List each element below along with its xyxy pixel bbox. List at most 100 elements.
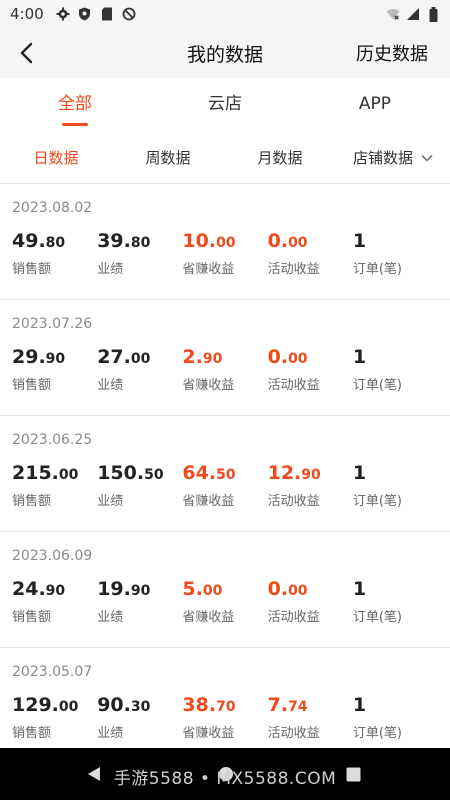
status-bar: 4:00 (0, 0, 450, 28)
record-row[interactable]: 2023.08.02 49.80 销售额 39.80 业绩 10.00 省赚收益… (0, 184, 450, 300)
no-sync-icon (122, 7, 136, 21)
sales-value: 29. (12, 346, 46, 368)
performance-decimal: 30 (130, 699, 151, 715)
sd-card-icon (100, 7, 114, 21)
sales-value: 49. (12, 230, 46, 252)
performance-stat: 19.90 业绩 (97, 578, 182, 625)
performance-decimal: 90 (130, 583, 151, 599)
saved-income-label: 省赚收益 (182, 262, 235, 277)
activity-income-label: 活动收益 (267, 494, 320, 509)
tab-weekly-data[interactable]: 周数据 (112, 147, 224, 168)
saved-income-label: 省赚收益 (182, 610, 235, 625)
sales-stat: 215.00 销售额 (12, 462, 97, 509)
store-data-label: 店铺数据 (352, 149, 413, 167)
sales-decimal: 90 (45, 583, 66, 599)
activity-income-value: 7. (267, 694, 289, 716)
record-row[interactable]: 2023.06.25 215.00 销售额 150.50 业绩 64.50 省赚… (0, 416, 450, 532)
status-time: 4:00 (10, 5, 44, 23)
activity-income-stat: 7.74 活动收益 (268, 694, 353, 741)
saved-income-value: 64. (182, 462, 217, 484)
performance-label: 业绩 (97, 610, 124, 625)
records-list: 2023.08.02 49.80 销售额 39.80 业绩 10.00 省赚收益… (0, 184, 450, 764)
saved-income-decimal: 00 (216, 235, 236, 251)
tab-cloud-store[interactable]: 云店 (150, 78, 300, 132)
activity-income-value: 0. (267, 346, 289, 368)
back-button[interactable] (0, 28, 52, 78)
record-date: 2023.06.25 (12, 432, 93, 448)
orders-value: 1 (352, 346, 367, 368)
status-left-icons (56, 7, 136, 21)
activity-income-value: 0. (267, 230, 289, 252)
performance-decimal: 80 (130, 235, 151, 251)
tab-monthly-data[interactable]: 月数据 (224, 147, 336, 168)
sales-label: 销售额 (12, 726, 52, 741)
history-data-button[interactable]: 历史数据 (356, 40, 428, 66)
saved-income-value: 2. (182, 346, 203, 368)
sales-value: 129. (12, 694, 59, 716)
record-row[interactable]: 2023.07.26 29.90 销售额 27.00 业绩 2.90 省赚收益 … (0, 300, 450, 416)
activity-income-decimal: 00 (288, 351, 308, 367)
saved-income-stat: 64.50 省赚收益 (182, 462, 267, 509)
performance-label: 业绩 (97, 726, 124, 741)
saved-income-decimal: 70 (216, 699, 236, 715)
wifi-icon (386, 7, 400, 21)
sales-label: 销售额 (12, 494, 52, 509)
record-row[interactable]: 2023.05.07 129.00 销售额 90.30 业绩 38.70 省赚收… (0, 648, 450, 764)
saved-income-stat: 2.90 省赚收益 (182, 346, 267, 393)
activity-income-value: 12. (267, 462, 302, 484)
saved-income-decimal: 90 (202, 351, 223, 367)
orders-value: 1 (352, 578, 367, 600)
orders-stat: 1 订单(笔) (353, 346, 438, 393)
activity-income-label: 活动收益 (267, 262, 320, 277)
saved-income-decimal: 50 (216, 467, 236, 483)
sales-stat: 129.00 销售额 (12, 694, 97, 741)
watermark-text: 手游5588 • MX5588.COM (113, 769, 337, 789)
header-bar: 我的数据 历史数据 (0, 28, 450, 78)
performance-stat: 90.30 业绩 (97, 694, 182, 741)
orders-stat: 1 订单(笔) (353, 462, 438, 509)
sales-value: 215. (12, 462, 59, 484)
orders-label: 订单(笔) (352, 378, 402, 393)
activity-income-decimal: 74 (288, 699, 308, 715)
orders-value: 1 (352, 462, 367, 484)
record-date: 2023.06.09 (12, 548, 93, 564)
saved-income-label: 省赚收益 (182, 494, 235, 509)
saved-income-stat: 38.70 省赚收益 (182, 694, 267, 741)
performance-stat: 150.50 业绩 (97, 462, 182, 509)
sales-stat: 29.90 销售额 (12, 346, 97, 393)
tab-all[interactable]: 全部 (0, 78, 150, 132)
activity-income-label: 活动收益 (267, 610, 320, 625)
shield-icon (78, 7, 92, 21)
store-data-dropdown[interactable]: 店铺数据 (336, 147, 450, 168)
activity-income-stat: 0.00 活动收益 (268, 346, 353, 393)
performance-value: 150. (97, 462, 145, 484)
sales-label: 销售额 (12, 610, 52, 625)
tab-daily-data[interactable]: 日数据 (0, 147, 112, 168)
sales-label: 销售额 (12, 262, 52, 277)
gear-icon (56, 7, 70, 21)
activity-income-stat: 0.00 活动收益 (268, 230, 353, 277)
activity-income-stat: 12.90 活动收益 (268, 462, 353, 509)
sales-decimal: 80 (45, 235, 66, 251)
orders-stat: 1 订单(笔) (353, 694, 438, 741)
sales-value: 24. (12, 578, 46, 600)
record-date: 2023.08.02 (12, 200, 93, 216)
orders-value: 1 (352, 694, 367, 716)
saved-income-value: 5. (182, 578, 203, 600)
performance-label: 业绩 (97, 378, 124, 393)
sales-decimal: 90 (45, 351, 66, 367)
orders-stat: 1 订单(笔) (353, 230, 438, 277)
saved-income-decimal: 00 (202, 583, 223, 599)
activity-income-label: 活动收益 (267, 378, 320, 393)
orders-value: 1 (352, 230, 367, 252)
saved-income-value: 10. (182, 230, 217, 252)
performance-stat: 27.00 业绩 (97, 346, 182, 393)
performance-decimal: 00 (130, 351, 151, 367)
record-row[interactable]: 2023.06.09 24.90 销售额 19.90 业绩 5.00 省赚收益 … (0, 532, 450, 648)
sales-stat: 24.90 销售额 (12, 578, 97, 625)
orders-label: 订单(笔) (352, 610, 402, 625)
orders-label: 订单(笔) (352, 726, 402, 741)
sales-decimal: 00 (58, 467, 79, 483)
tab-app[interactable]: APP (300, 78, 450, 132)
battery-icon (426, 6, 440, 22)
